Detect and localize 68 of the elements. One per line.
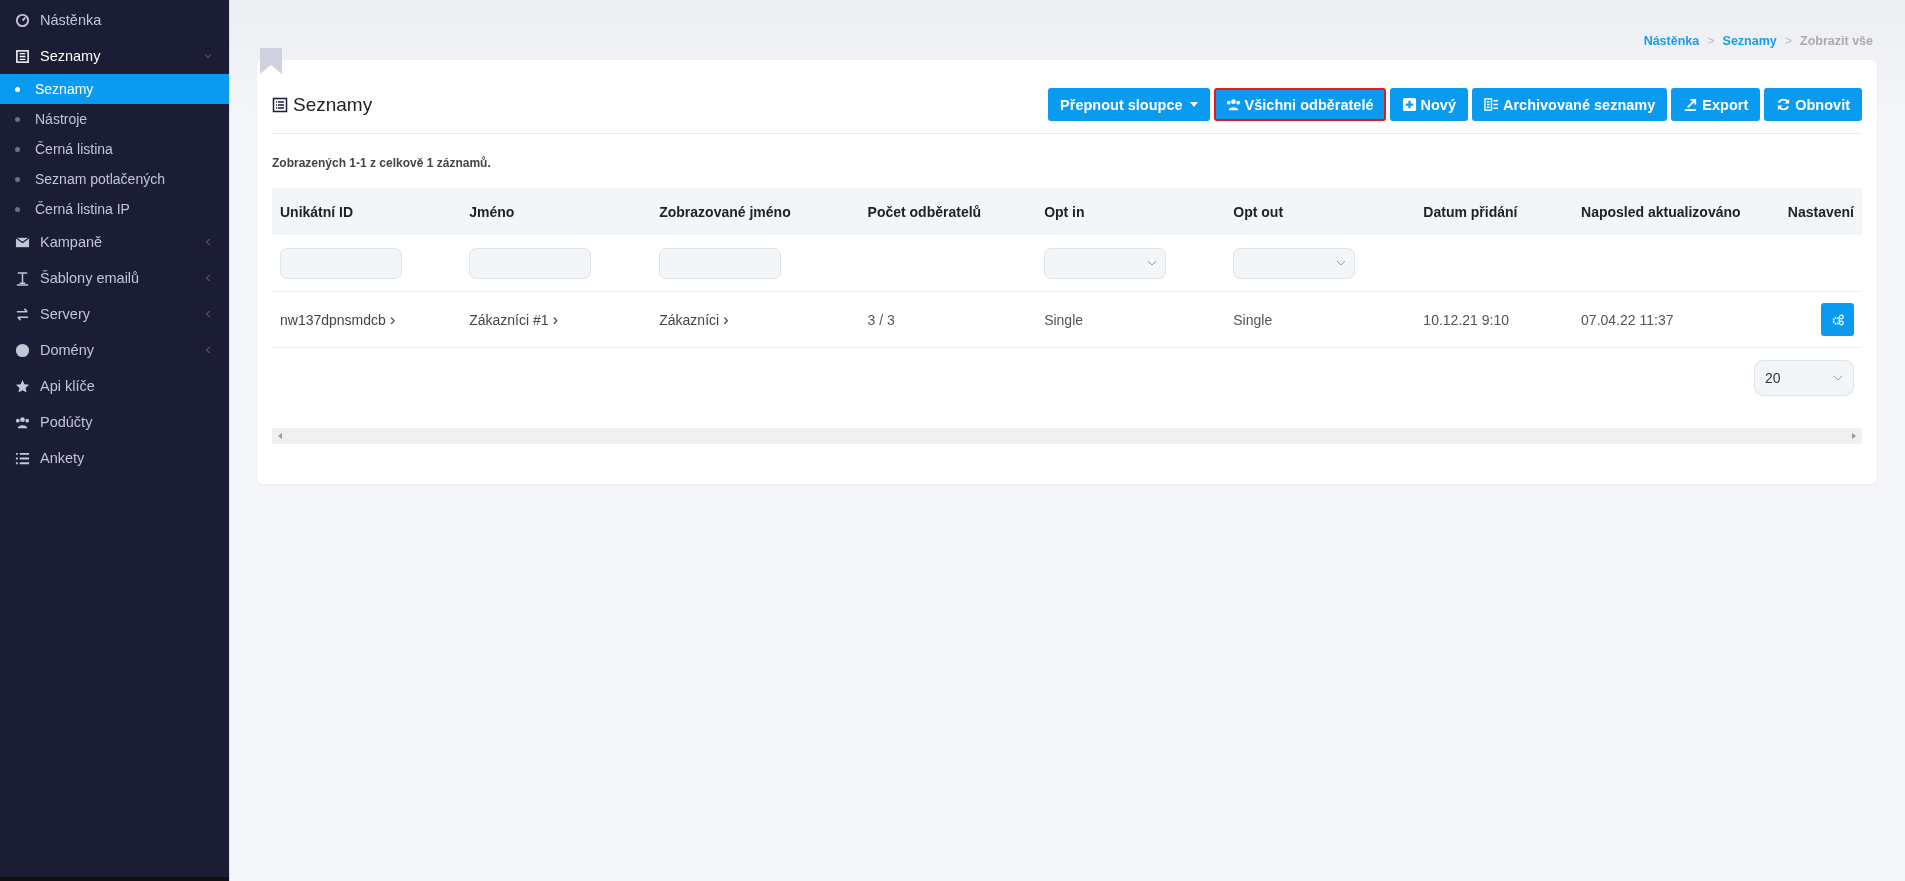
breadcrumb-separator: > [1707, 34, 1715, 48]
submenu-item[interactable]: Seznam potlačených [0, 164, 229, 194]
sidebar-item[interactable]: Podúčty [0, 404, 229, 440]
sidebar-item[interactable]: Ankety [0, 440, 229, 476]
archive-icon [1483, 97, 1499, 112]
breadcrumb-current: Zobrazit vše [1800, 34, 1873, 48]
gears-icon [1831, 313, 1844, 326]
chevron-icon [203, 309, 213, 319]
sidebar-item[interactable]: Šablony emailů [0, 260, 229, 296]
column-header[interactable]: Opt out [1225, 188, 1416, 235]
filter-field[interactable] [280, 247, 402, 279]
refresh-icon [1776, 97, 1792, 112]
table-link[interactable]: Zákazníci › [659, 311, 729, 328]
list-icon [272, 96, 288, 113]
chevron-icon [203, 51, 213, 61]
submenu-item[interactable]: Nástroje [0, 104, 229, 134]
list-icon [15, 48, 30, 64]
gauge-icon [15, 12, 30, 28]
horizontal-scrollbar[interactable] [272, 428, 1862, 444]
table-cell: 10.12.21 9:10 [1423, 311, 1509, 328]
results-summary: Zobrazených 1-1 z celkově 1 záznamů. [272, 156, 492, 170]
table-cell: 07.04.22 11:37 [1581, 311, 1674, 328]
bookmark-icon [260, 48, 282, 74]
filter-dropdown[interactable] [1233, 247, 1356, 279]
table-link[interactable]: Zákazníci #1 › [469, 311, 559, 328]
caret-icon [1189, 102, 1198, 107]
sidebar-item[interactable]: Api klíče [0, 368, 229, 404]
chevron-icon [1833, 375, 1843, 381]
chevron-icon [203, 273, 213, 283]
chevron-icon [203, 237, 213, 247]
column-header[interactable]: Naposled aktualizováno [1573, 188, 1780, 235]
envelope-icon [15, 234, 30, 250]
star-icon [15, 378, 30, 394]
sidebar-item[interactable]: Domény [0, 332, 229, 368]
export-icon [1683, 97, 1699, 112]
sidebar-item[interactable]: Seznamy [0, 38, 229, 74]
sidebar-item[interactable]: Nástěnka [0, 2, 229, 38]
bullets-icon [15, 450, 30, 466]
users-icon [1225, 97, 1241, 112]
table-cell: Single [1044, 311, 1084, 328]
column-header[interactable]: Jméno [461, 188, 652, 235]
table-link[interactable]: nw137dpnsmdcb › [280, 311, 396, 328]
sidebar-item[interactable]: Servery [0, 296, 229, 332]
column-header[interactable]: Nastavení [1779, 188, 1862, 235]
plus-icon [1401, 97, 1417, 112]
column-header[interactable]: Zobrazované jméno [651, 188, 860, 235]
filter-field[interactable] [469, 247, 592, 279]
settings-button[interactable] [1821, 303, 1854, 336]
text-icon [15, 270, 30, 286]
chevron-icon [1336, 260, 1347, 266]
column-header[interactable]: Unikátní ID [272, 188, 462, 235]
column-header[interactable]: Počet odběratelů [859, 188, 1037, 235]
sidebar-item[interactable]: Kampaně [0, 224, 229, 260]
card-title: Seznamy [293, 93, 373, 116]
page-size-dropdown[interactable]: 20 [1754, 360, 1854, 396]
chevron-icon [203, 345, 213, 355]
filter-dropdown[interactable] [1044, 247, 1167, 279]
submenu-item[interactable]: Černá listina IP [0, 194, 229, 224]
users-icon [15, 414, 30, 430]
filter-field[interactable] [659, 247, 782, 279]
chevron-icon [1147, 260, 1158, 266]
column-header[interactable]: Opt in [1036, 188, 1226, 235]
table-cell: Single [1233, 311, 1273, 328]
column-header[interactable]: Datum přidání [1415, 188, 1574, 235]
breadcrumb-separator: > [1784, 34, 1793, 48]
arrows-icon [15, 306, 30, 322]
table-cell: 3 / 3 [867, 311, 895, 328]
submenu-item[interactable]: Černá listina [0, 134, 229, 164]
